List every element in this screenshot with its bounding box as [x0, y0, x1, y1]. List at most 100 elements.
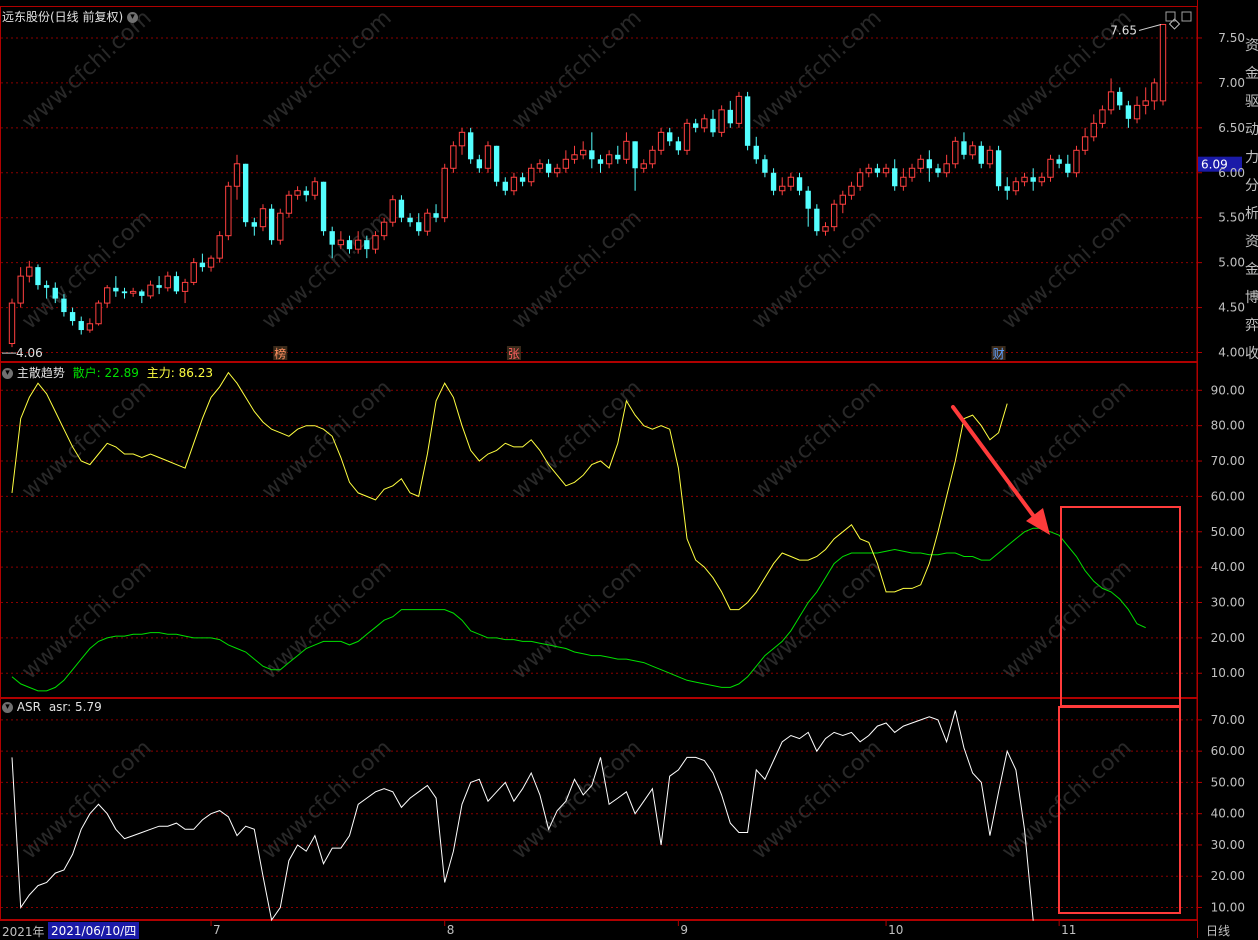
candle-body [78, 321, 84, 331]
candle-body [17, 275, 24, 304]
window-icon [1181, 11, 1192, 22]
y-tick-label: 7.00 [1218, 76, 1245, 90]
high-price-label: 7.65 [1110, 23, 1137, 37]
candle-body [908, 167, 916, 178]
candle-body [554, 167, 561, 174]
candle-body [779, 185, 786, 192]
candle-body [657, 131, 665, 151]
y-tick-label: 30.00 [1211, 596, 1245, 610]
watermark-text: www.cfchi.com [257, 556, 396, 685]
side-tab: 析 [1245, 206, 1258, 222]
y-tick-label: 80.00 [1211, 419, 1245, 433]
side-tab: 资 [1245, 38, 1258, 54]
period-label[interactable]: 日线 [1206, 922, 1230, 939]
y-tick-label: 5.50 [1218, 211, 1245, 225]
watermark-text: www.cfchi.com [747, 6, 886, 135]
chevron-down-icon[interactable]: ▾ [2, 702, 13, 713]
candle-body [26, 266, 33, 277]
candle-body [467, 132, 474, 160]
watermark-text: www.cfchi.com [997, 376, 1136, 505]
candle-body [900, 176, 907, 187]
month-label: 11 [1061, 923, 1076, 937]
candle-body [95, 302, 102, 325]
candle-body [294, 190, 301, 196]
watermark-text: www.cfchi.com [257, 6, 396, 135]
side-tab: 动 [1245, 122, 1258, 138]
stock-title: 远东股份(日线 前复权) [2, 10, 124, 24]
candle-body [104, 287, 111, 304]
candle-body [822, 226, 829, 232]
candle-body [207, 257, 215, 268]
watermark-text: www.cfchi.com [747, 376, 886, 505]
event-marker: 张 [508, 347, 520, 361]
candle-body [917, 158, 924, 169]
candle-body [242, 163, 249, 223]
asr-label: asr: [48, 700, 72, 714]
candle-body [978, 145, 984, 164]
candle-body [147, 284, 154, 297]
candle-body [839, 194, 846, 205]
y-tick-label: 50.00 [1211, 775, 1245, 789]
candle-body [1021, 176, 1028, 183]
candle-body [364, 240, 370, 250]
candle-body [225, 185, 232, 237]
candle-body [164, 275, 171, 289]
candle-body [1133, 104, 1141, 120]
candle-body [848, 185, 855, 196]
candle-body [502, 181, 508, 191]
watermark-text: www.cfchi.com [997, 556, 1136, 685]
side-tab: 驱 [1245, 94, 1258, 110]
candle-body [216, 235, 223, 259]
month-label: 9 [680, 923, 688, 937]
candle-body [285, 194, 293, 214]
candle-body [311, 181, 319, 196]
y-tick-label: 6.50 [1218, 121, 1245, 135]
candle-body [969, 145, 976, 156]
candle-body [892, 168, 898, 187]
candle-body [1038, 176, 1046, 183]
watermark-text: www.cfchi.com [507, 6, 646, 135]
chevron-down-icon[interactable]: ▾ [2, 368, 13, 379]
candle-body [805, 190, 811, 209]
candle-body [986, 149, 994, 165]
chevron-down-icon[interactable]: ▾ [127, 12, 139, 23]
candle-body [649, 149, 656, 165]
candle-body [762, 159, 768, 173]
candle-body [389, 199, 396, 223]
candle-body [597, 159, 604, 164]
side-tab: 弈 [1245, 318, 1258, 334]
side-tab: 收 [1245, 346, 1258, 362]
candle-body [770, 172, 777, 191]
candle-body [1056, 159, 1062, 164]
panel-frame [0, 698, 1198, 920]
watermark-text: www.cfchi.com [507, 206, 646, 335]
y-tick-label: 40.00 [1211, 560, 1245, 574]
asr-panel-title: ▾ ASR asr: 5.79 [2, 700, 102, 714]
candle-body [692, 123, 699, 128]
candle-body [173, 276, 180, 292]
candle-body [484, 145, 492, 169]
candle-body [86, 323, 94, 331]
low-price-label: 4.06 [16, 346, 43, 360]
candle-body [303, 190, 309, 196]
stock-chart[interactable]: www.cfchi.com www.cfchi.com www.cfchi.com w… [0, 0, 1258, 938]
candle-body [874, 168, 881, 173]
side-tab: 分 [1245, 178, 1258, 194]
candle-body [458, 131, 466, 147]
candle-body [156, 285, 162, 288]
high-pointer [1138, 23, 1162, 31]
candle-body [727, 109, 733, 124]
candle-body [407, 217, 413, 223]
candle-body [536, 163, 544, 169]
candle-body [424, 212, 431, 232]
candle-body [329, 231, 335, 245]
candle-body [277, 212, 284, 241]
main-label: 主力: [146, 366, 175, 380]
candle-body [139, 291, 145, 296]
candle-body [589, 150, 595, 160]
candle-body [865, 167, 872, 174]
x-axis-year: 2021年 [2, 925, 45, 939]
y-tick-label: 6.00 [1218, 166, 1245, 180]
side-tab: 博 [1245, 289, 1258, 306]
y-tick-label: 10.00 [1211, 900, 1245, 914]
